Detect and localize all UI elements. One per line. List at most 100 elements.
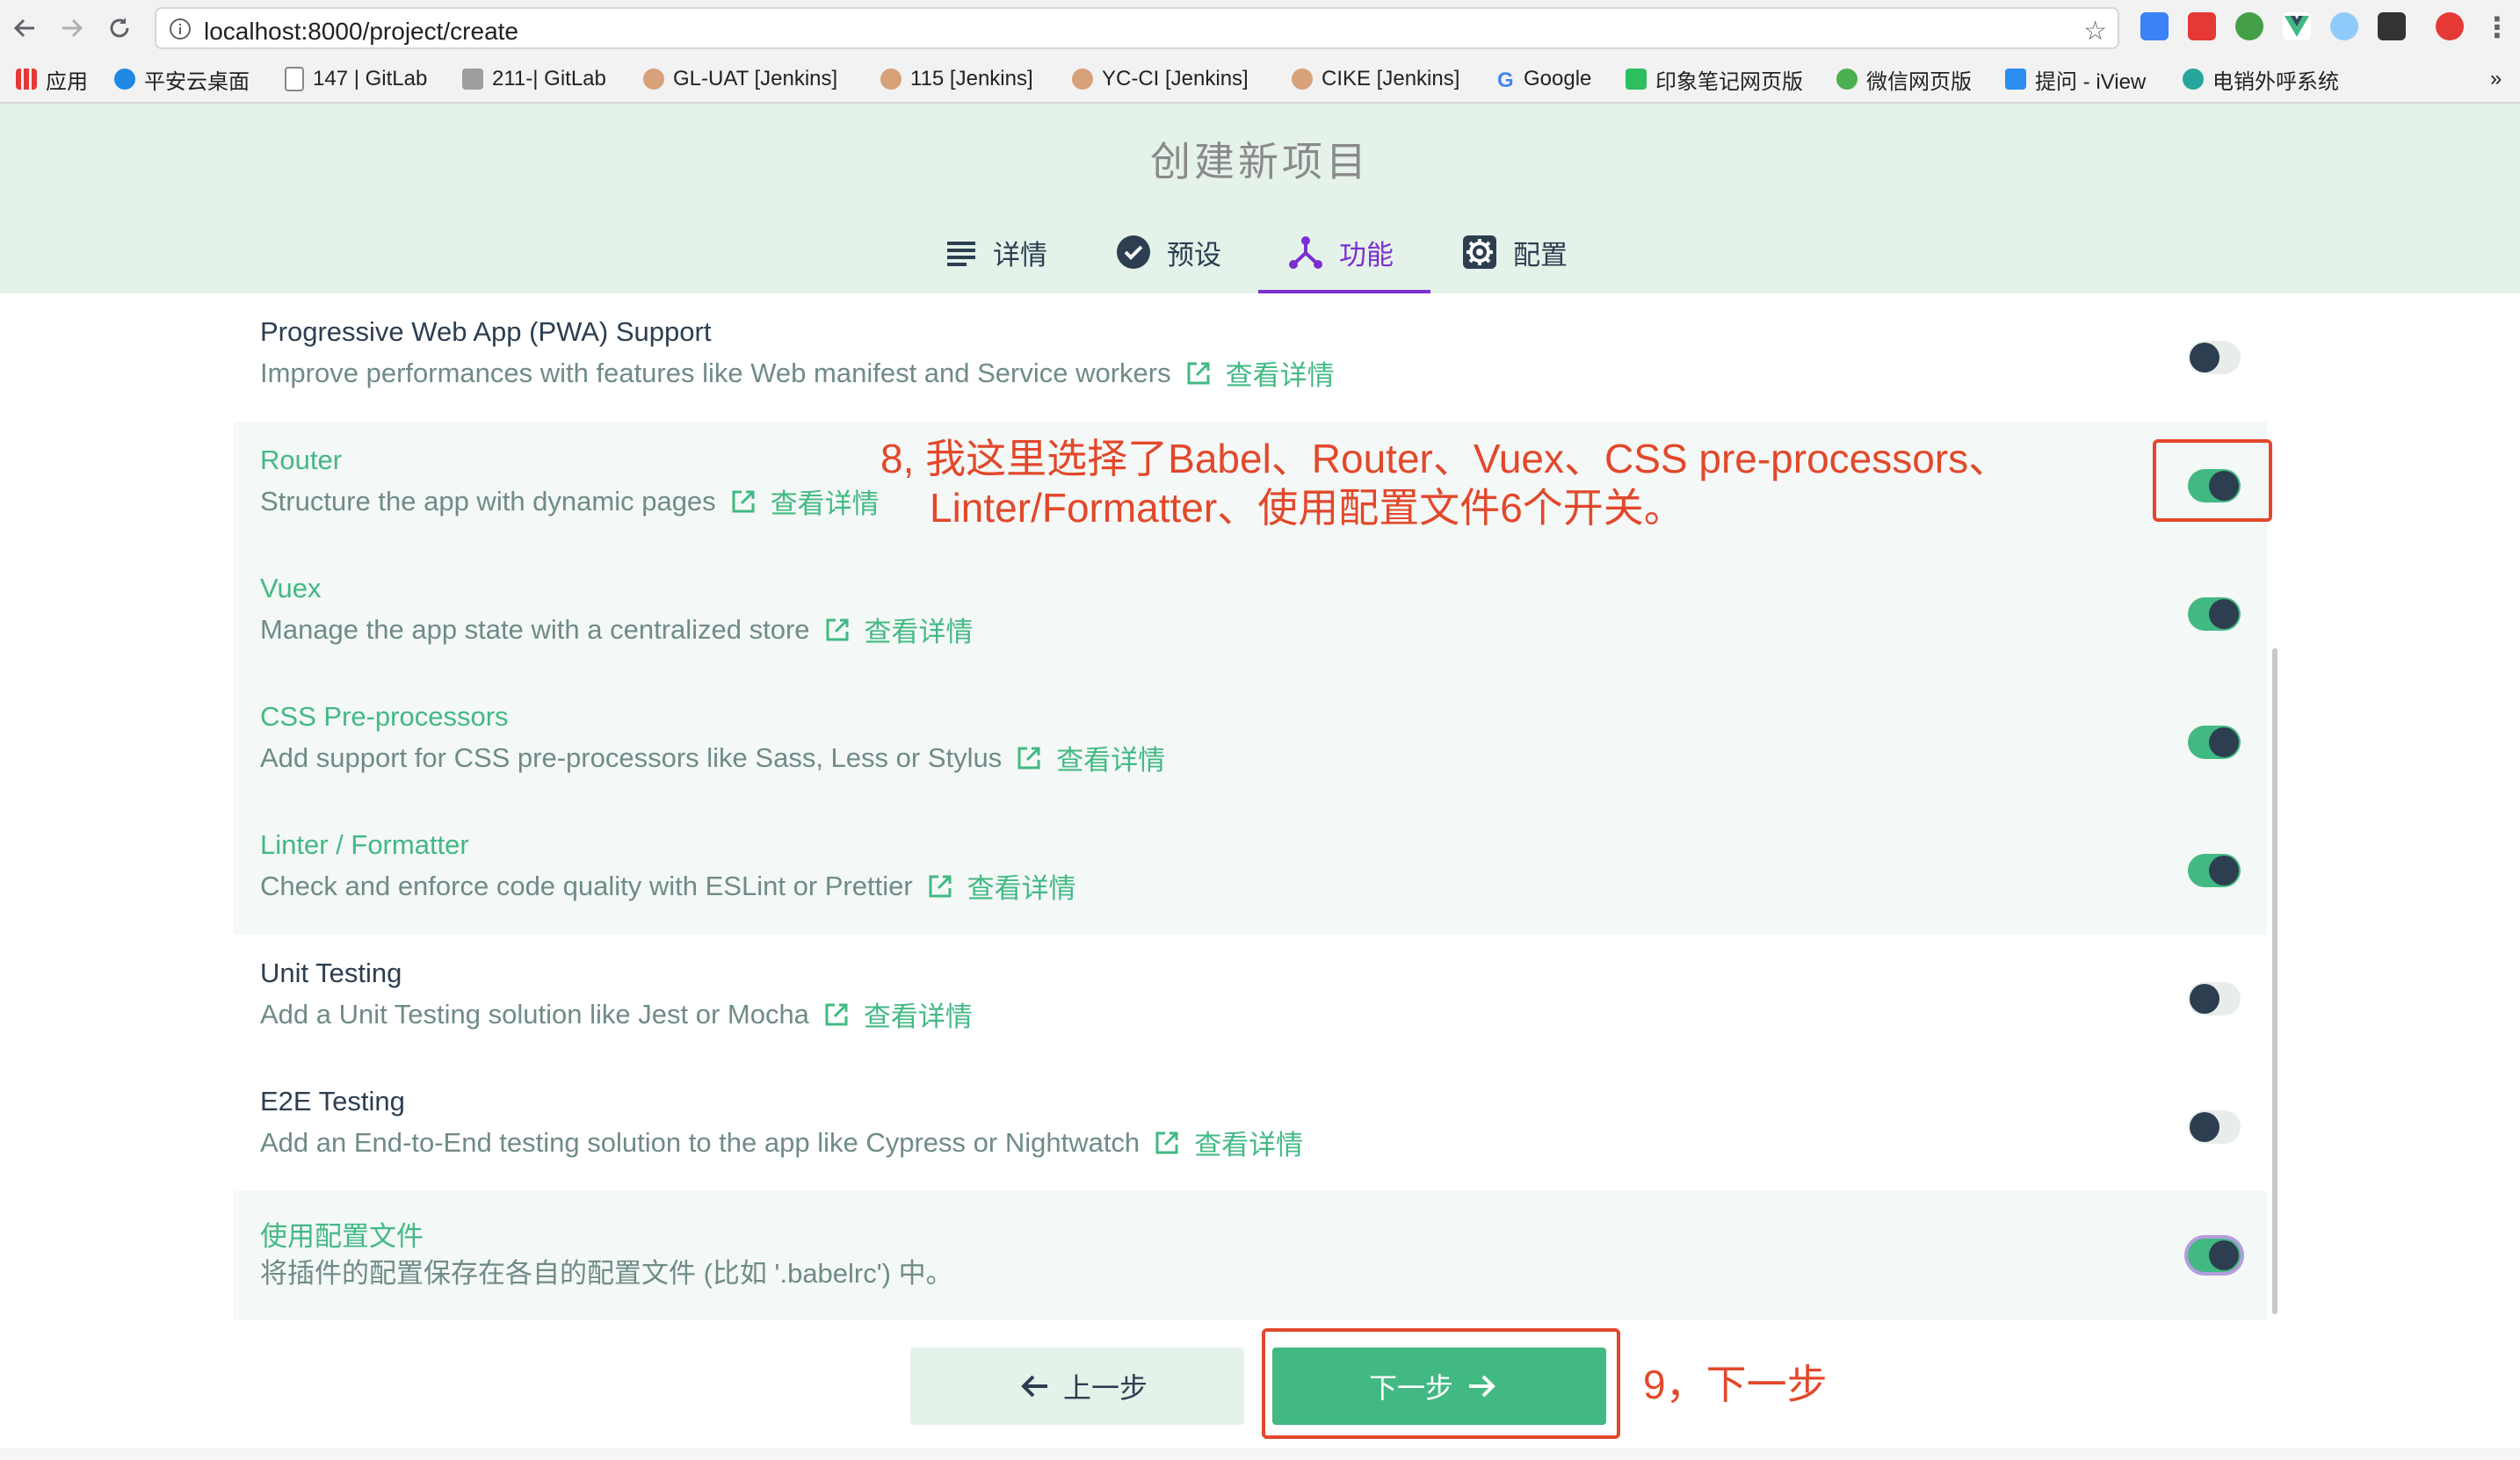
bookmark-dianxiao[interactable]: 电销外呼系统 xyxy=(2183,63,2339,95)
more-info-link[interactable]: 查看详情 xyxy=(1226,353,1335,393)
bookmark-gl-uat[interactable]: GL-UAT [Jenkins] xyxy=(643,63,837,95)
bookmark-wechat[interactable]: 微信网页版 xyxy=(1836,63,1972,95)
jenkins-icon xyxy=(643,69,664,90)
feature-css-preprocessors[interactable]: CSS Pre-processors Add support for CSS p… xyxy=(234,678,2267,806)
apps-grid-icon xyxy=(16,69,37,90)
tab-config[interactable]: 配置 xyxy=(1462,230,1568,274)
bookmark-label: 电销外呼系统 xyxy=(2212,69,2339,94)
bookmark-label: 提问 - iView xyxy=(2035,69,2147,94)
extension-globe-icon[interactable] xyxy=(2330,12,2358,40)
bookmark-yc-ci[interactable]: YC-CI [Jenkins] xyxy=(1072,63,1249,95)
bookmark-label: 115 [Jenkins] xyxy=(910,67,1033,90)
toggle-knob xyxy=(2190,984,2219,1014)
feature-vuex[interactable]: Vuex Manage the app state with a central… xyxy=(234,550,2267,678)
feature-name: E2E Testing xyxy=(260,1086,405,1117)
more-info-link[interactable]: 查看详情 xyxy=(771,481,880,521)
bookmark-gitlab-211[interactable]: 211-| GitLab xyxy=(462,63,606,95)
iview-icon xyxy=(2005,69,2026,90)
external-link-icon[interactable] xyxy=(730,488,757,515)
bookmark-label: YC-CI [Jenkins] xyxy=(1102,67,1249,90)
back-icon[interactable] xyxy=(7,11,42,46)
bookmark-cike[interactable]: CIKE [Jenkins] xyxy=(1292,63,1459,95)
feature-description: 将插件的配置保存在各自的配置文件 (比如 '.babelrc') 中。 xyxy=(260,1251,953,1290)
external-link-icon[interactable] xyxy=(1185,360,1212,387)
bookmark-gitlab-147[interactable]: 147 | GitLab xyxy=(285,63,427,95)
extension-download-icon[interactable] xyxy=(2140,12,2169,40)
cloud-icon xyxy=(114,69,135,90)
bookmark-label: 应用 xyxy=(46,69,88,94)
bookmark-label: CIKE [Jenkins] xyxy=(1322,67,1460,90)
url-text: localhost:8000/project/create xyxy=(204,18,518,45)
external-link-icon[interactable] xyxy=(1016,745,1042,771)
bookmark-apps[interactable]: 应用 xyxy=(16,63,88,95)
external-link-icon[interactable] xyxy=(1154,1130,1180,1156)
page-title: 创建新项目 xyxy=(1150,139,1370,184)
extension-fe-icon[interactable] xyxy=(2188,12,2216,40)
tab-features[interactable]: 功能 xyxy=(1288,230,1394,274)
feature-unit-testing[interactable]: Unit Testing Add a Unit Testing solution… xyxy=(234,935,2267,1063)
feature-toggle-css[interactable] xyxy=(2188,726,2241,759)
terminal-extension-icon[interactable] xyxy=(2378,12,2406,40)
feature-pwa[interactable]: Progressive Web App (PWA) Support Improv… xyxy=(234,293,2267,422)
bookmarks-overflow[interactable]: » xyxy=(2490,63,2502,95)
page-icon xyxy=(285,67,304,91)
bookmark-star-icon[interactable]: ☆ xyxy=(2083,16,2107,47)
bookmark-iview[interactable]: 提问 - iView xyxy=(2005,63,2146,95)
bookmark-pingan[interactable]: 平安云桌面 xyxy=(114,63,250,95)
feature-desc-text: Add support for CSS pre-processors like … xyxy=(260,741,1003,773)
feature-toggle-linter[interactable] xyxy=(2188,854,2241,887)
feature-name: Vuex xyxy=(260,573,322,604)
info-icon[interactable] xyxy=(169,18,192,45)
address-bar[interactable]: localhost:8000/project/create ☆ xyxy=(155,7,2119,49)
bookmark-label: 印象笔记网页版 xyxy=(1655,69,1803,94)
feature-description: Manage the app state with a centralized … xyxy=(260,610,974,649)
more-info-link[interactable]: 查看详情 xyxy=(865,610,974,649)
tab-label: 功能 xyxy=(1339,239,1394,271)
feature-linter[interactable]: Linter / Formatter Check and enforce cod… xyxy=(234,806,2267,935)
feature-description: Add an End-to-End testing solution to th… xyxy=(260,1123,1303,1162)
jenkins-icon xyxy=(880,69,902,90)
reload-icon[interactable] xyxy=(102,11,137,46)
jenkins-icon xyxy=(1072,69,1093,90)
external-link-icon[interactable] xyxy=(927,873,953,900)
more-info-link[interactable]: 查看详情 xyxy=(1056,738,1165,777)
bookmark-label: GL-UAT [Jenkins] xyxy=(673,67,838,90)
external-link-icon[interactable] xyxy=(823,1001,850,1028)
external-link-icon[interactable] xyxy=(824,617,851,643)
previous-step-label: 上一步 xyxy=(1062,1372,1148,1404)
more-info-link[interactable]: 查看详情 xyxy=(967,866,1076,906)
bookmark-115[interactable]: 115 [Jenkins] xyxy=(880,63,1033,95)
previous-step-button[interactable]: 上一步 xyxy=(910,1348,1244,1425)
feature-desc-text: Add a Unit Testing solution like Jest or… xyxy=(260,998,809,1030)
feature-name: Unit Testing xyxy=(260,958,402,988)
annotation-step8-line2: Linter/Formatter、使用配置文件6个开关。 xyxy=(930,485,1684,531)
scrollbar-thumb[interactable] xyxy=(2272,648,2277,1314)
extension-search-icon[interactable] xyxy=(2235,12,2263,40)
forward-icon[interactable] xyxy=(54,11,90,46)
check-circle-icon xyxy=(1117,235,1150,269)
tab-presets[interactable]: 预设 xyxy=(1116,230,1221,274)
bookmark-label: 147 | GitLab xyxy=(313,67,428,90)
feature-toggle-e2e[interactable] xyxy=(2188,1110,2241,1144)
feature-e2e-testing[interactable]: E2E Testing Add an End-to-End testing so… xyxy=(234,1063,2267,1191)
bookmark-google[interactable]: G Google xyxy=(1497,63,1591,95)
extension-red-icon[interactable] xyxy=(2436,12,2464,40)
feature-desc-text: Improve performances with features like … xyxy=(260,357,1171,388)
feature-toggle-unit[interactable] xyxy=(2188,982,2241,1015)
feature-desc-text: Check and enforce code quality with ESLi… xyxy=(260,870,913,901)
more-info-link[interactable]: 查看详情 xyxy=(1194,1123,1303,1162)
bookmark-evernote[interactable]: 印象笔记网页版 xyxy=(1626,63,1803,95)
overflow-chevron-icon: » xyxy=(2490,67,2502,90)
feature-name: 使用配置文件 xyxy=(260,1221,424,1252)
tab-details[interactable]: 详情 xyxy=(945,230,1047,274)
vue-devtools-icon[interactable] xyxy=(2283,12,2311,40)
feature-toggle-vuex[interactable] xyxy=(2188,597,2241,631)
bookmark-label: 平安云桌面 xyxy=(144,69,250,94)
feature-toggle-pwa[interactable] xyxy=(2188,341,2241,374)
toggle-knob xyxy=(2209,856,2239,885)
browser-menu-icon[interactable]: ⋮ xyxy=(2483,11,2511,44)
more-info-link[interactable]: 查看详情 xyxy=(864,994,973,1034)
jenkins-icon xyxy=(1292,69,1313,90)
feature-use-config-files[interactable]: 使用配置文件 将插件的配置保存在各自的配置文件 (比如 '.babelrc') … xyxy=(234,1191,2267,1319)
feature-toggle-config-files[interactable] xyxy=(2188,1239,2241,1272)
